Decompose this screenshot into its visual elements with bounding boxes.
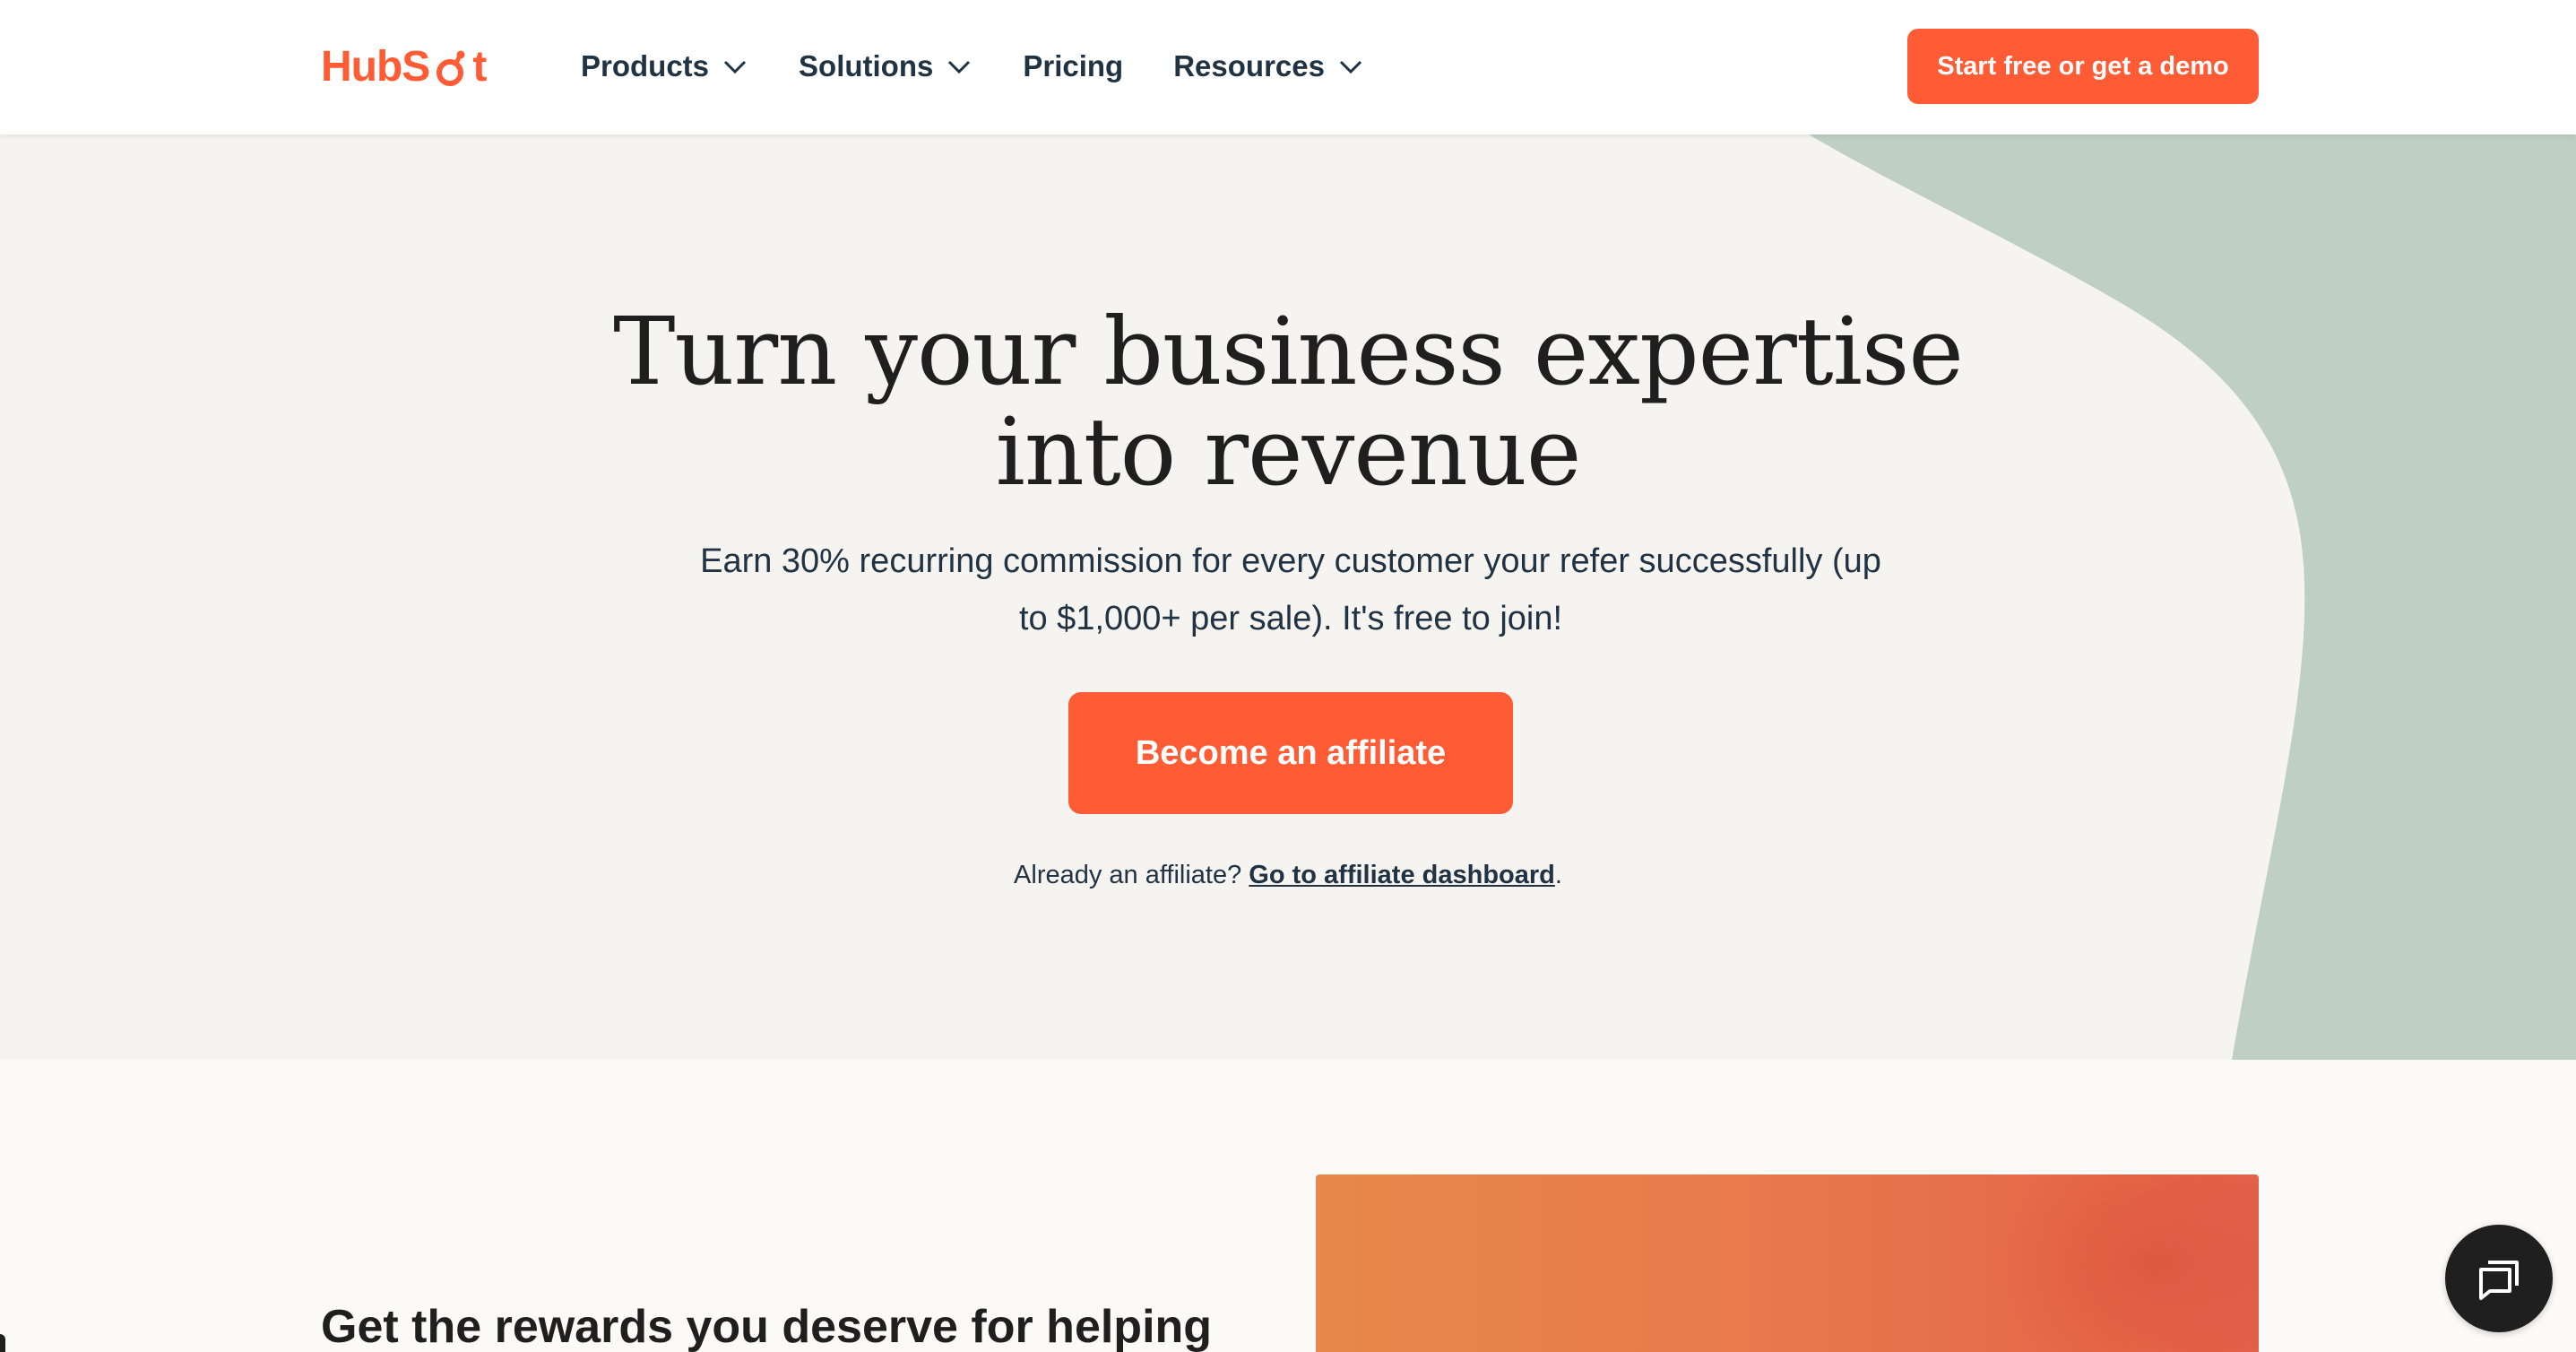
- edge-element: [0, 1334, 5, 1352]
- main-nav: Products Solutions Pricing Resources: [581, 41, 1414, 91]
- already-affiliate-label: Already an affiliate?: [1014, 861, 1249, 889]
- nav-label: Pricing: [1023, 49, 1124, 82]
- already-affiliate-period: .: [1554, 861, 1562, 889]
- hero-title-line-2: into revenue: [995, 397, 1582, 507]
- chat-icon: [2479, 1261, 2519, 1300]
- hero-title: Turn your business expertise into revenu…: [0, 301, 2576, 502]
- chat-button[interactable]: [2445, 1225, 2553, 1332]
- nav-label: Products: [581, 49, 710, 82]
- rewards-heading: Get the rewards you deserve for helping: [321, 1301, 1213, 1352]
- nav-item-products[interactable]: Products: [581, 41, 748, 91]
- sprocket-icon: [437, 50, 465, 86]
- logo-text-hub: HubS: [321, 42, 430, 91]
- rewards-image-card: [1316, 1174, 2259, 1352]
- chevron-down-icon: [1339, 60, 1362, 74]
- hero-section: Turn your business expertise into revenu…: [0, 134, 2576, 1060]
- hubspot-logo[interactable]: HubS t: [321, 38, 487, 95]
- start-free-button[interactable]: Start free or get a demo: [1907, 29, 2259, 104]
- chevron-down-icon: [948, 60, 971, 74]
- hero-subtitle: Earn 30% recurring commission for every …: [700, 542, 1881, 637]
- page: HubS t Products Solutions Pricing Resour…: [0, 0, 2576, 1352]
- rewards-section: Get the rewards you deserve for helping: [0, 1060, 2576, 1352]
- nav-label: Resources: [1173, 49, 1325, 82]
- nav-item-solutions[interactable]: Solutions: [799, 41, 972, 91]
- site-header: HubS t Products Solutions Pricing Resour…: [0, 0, 2576, 134]
- become-affiliate-button[interactable]: Become an affiliate: [1068, 692, 1513, 814]
- nav-item-resources[interactable]: Resources: [1173, 41, 1364, 91]
- hero-title-line-1: Turn your business expertise: [613, 297, 1964, 406]
- chevron-down-icon: [723, 60, 747, 74]
- affiliate-dashboard-link[interactable]: Go to affiliate dashboard: [1249, 861, 1555, 889]
- nav-item-pricing[interactable]: Pricing: [1023, 41, 1123, 91]
- logo-text-t: t: [472, 42, 487, 91]
- nav-label: Solutions: [799, 49, 934, 82]
- already-affiliate-text: Already an affiliate? Go to affiliate da…: [0, 861, 2576, 890]
